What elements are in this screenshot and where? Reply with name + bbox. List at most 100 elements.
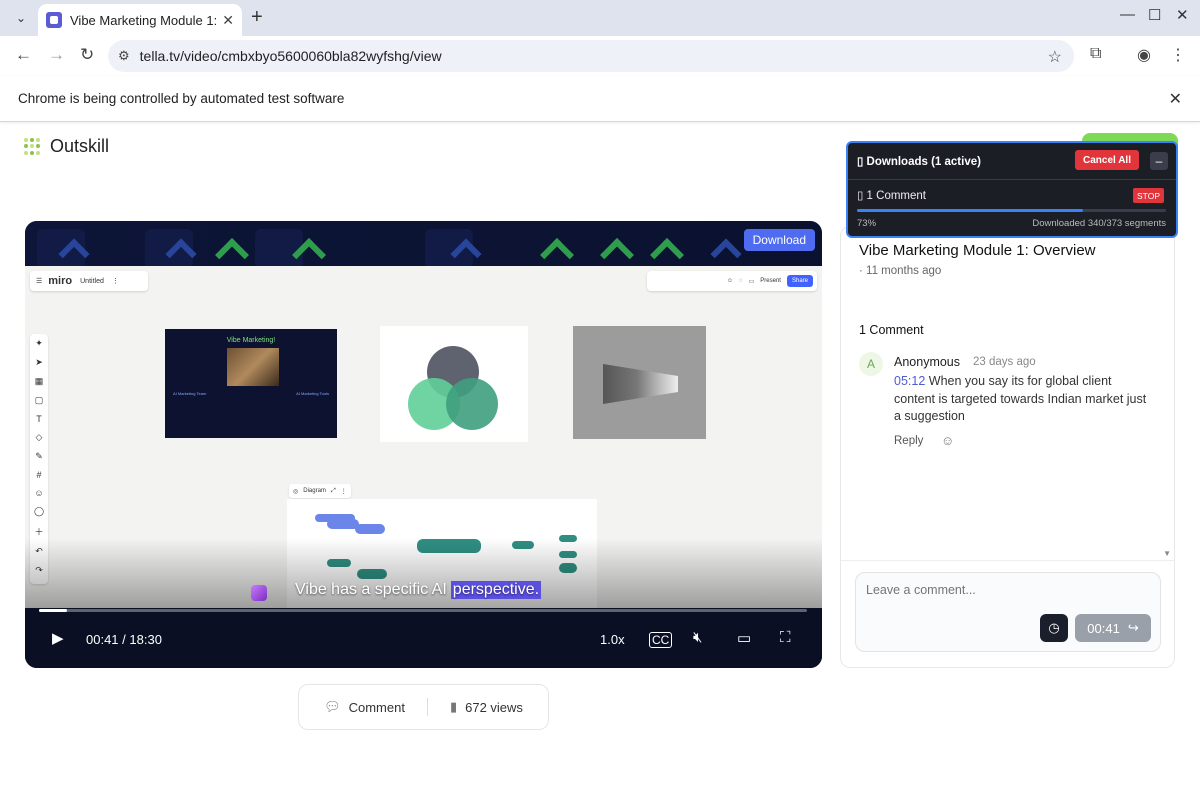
time-display: 00:41 / 18:30 [86, 632, 162, 647]
diagram-icon: ◎ [293, 488, 299, 495]
slide-col-tools: AI Marketing Tools [296, 391, 329, 396]
comment-icon: 💬︎ [324, 699, 341, 714]
miro-share-label: Share [786, 275, 813, 287]
new-tab-icon[interactable]: + [251, 6, 263, 29]
downloads-popup: ▯ Downloads (1 active) Cancel All – ▯ 1 … [846, 141, 1178, 238]
diagram-frame-label: ◎ Diagram ⤢ ⋮ [289, 484, 351, 498]
miro-video-icon: ▭ [748, 278, 755, 285]
miro-top-left-bar: ☰ miro Untitled ⋮ [30, 271, 148, 291]
miro-reactions-icon: ☺ [726, 278, 734, 284]
miro-chat-icon: ◌ [739, 278, 743, 284]
caption-app-icon [251, 585, 267, 601]
miro-menu-icon: ☰ [36, 278, 43, 285]
video-age: · 11 months ago [859, 265, 942, 277]
video-progress-fill [39, 609, 68, 612]
venn-circle-right [446, 378, 498, 430]
caption-text: Vibe has a specific AI [295, 581, 447, 598]
reply-button[interactable]: Reply [894, 435, 923, 447]
time-separator: / [122, 632, 126, 647]
miro-present-label: Present [760, 278, 781, 284]
forward-icon[interactable]: → [48, 45, 65, 65]
miro-more-icon: ⋮ [111, 278, 119, 285]
downloads-title: ▯ Downloads (1 active) [857, 154, 981, 168]
tab-search-icon[interactable]: ⌄ [10, 7, 32, 29]
download-file-icon: ▯ [857, 190, 864, 202]
send-icon: ↪ [1127, 620, 1139, 635]
automation-infobar: Chrome is being controlled by automated … [0, 76, 1200, 122]
comment-timestamp-link[interactable]: 05:12 [894, 374, 925, 388]
browser-toolbar: ← → ↻ ⚙ tella.tv/video/cmbxbyo5600060bla… [0, 36, 1200, 76]
comment-stat-button[interactable]: 💬︎ Comment [324, 699, 405, 715]
active-tab[interactable]: Vibe Marketing Module 1: Overview ✕ [38, 4, 242, 36]
miro-pen-icon: ✎ [35, 451, 43, 461]
video-info-panel: Vibe Marketing Module 1: Overview · 11 m… [840, 226, 1175, 668]
brand-logo[interactable]: Outskill [24, 136, 109, 157]
mindmap-node [355, 524, 385, 534]
tella-favicon-icon [46, 12, 62, 28]
infobar-text: Chrome is being controlled by automated … [18, 91, 345, 106]
scroll-down-icon[interactable]: ▼ [1163, 549, 1171, 558]
captions-icon[interactable]: CC [649, 632, 673, 648]
diagram-expand-icon: ⤢ [330, 487, 336, 494]
clock-icon[interactable]: ◷ [1040, 614, 1068, 642]
outskill-logo-icon [24, 137, 42, 156]
playback-speed-button[interactable]: 1.0x [600, 632, 625, 647]
diagram-label-text: Diagram [303, 488, 326, 494]
close-window-icon[interactable]: ✕ [1176, 6, 1189, 24]
duration: 18:30 [129, 632, 162, 647]
address-bar[interactable]: ⚙ tella.tv/video/cmbxbyo5600060bla82wyfs… [108, 40, 1074, 72]
video-download-button[interactable]: Download [743, 229, 815, 251]
slide-funnel [573, 326, 706, 439]
panel-divider [841, 560, 1174, 561]
slide-columns: AI Marketing Team AI Marketing Tools [173, 391, 329, 396]
comment-time: 23 days ago [973, 356, 1036, 368]
infobar-close-icon[interactable]: ✕ [1169, 89, 1182, 109]
brand-name: Outskill [50, 136, 110, 156]
miro-logo: miro [48, 275, 73, 287]
site-info-icon[interactable]: ⚙ [118, 48, 130, 64]
reload-icon[interactable]: ↻ [80, 45, 94, 65]
extensions-icon[interactable]: ⧉ [1090, 45, 1101, 63]
fullscreen-icon[interactable]: ⛶ [780, 629, 791, 646]
video-player[interactable]: Download ☰ miro Untitled ⋮ ☺ ◌ ▭ Present… [25, 221, 822, 668]
profile-icon[interactable]: ◉ [1137, 45, 1151, 65]
post-time-label: 00:41 [1087, 620, 1120, 636]
miro-text-icon: T [36, 414, 42, 424]
video-progress-bar[interactable] [39, 609, 807, 612]
comment-input[interactable] [866, 583, 1146, 597]
slide-vibe-marketing: Vibe Marketing! AI Marketing Team AI Mar… [165, 329, 337, 438]
bookmark-star-icon[interactable]: ☆ [1048, 47, 1062, 67]
comments-count: 1 Comment [859, 323, 924, 337]
comment-label: Comment [348, 699, 405, 715]
theater-mode-icon[interactable]: ▭ [737, 629, 751, 647]
download-progress-bar [857, 209, 1166, 212]
minimize-window-icon[interactable]: — [1120, 6, 1135, 23]
miro-emoji-icon: ☺ [34, 488, 44, 498]
miro-plus-icon: ＋ [34, 527, 44, 537]
post-at-time-button[interactable]: 00:41 ↪ [1075, 614, 1151, 642]
tab-close-icon[interactable]: ✕ [222, 12, 234, 29]
stop-download-button[interactable]: STOP [1133, 188, 1164, 203]
comment-author: Anonymous [894, 355, 961, 369]
funnel-shape [603, 364, 678, 404]
bg-tile [255, 229, 303, 269]
back-icon[interactable]: ← [15, 45, 32, 65]
miro-top-right-bar: ☺ ◌ ▭ Present Share [647, 271, 817, 291]
current-time: 00:41 [86, 632, 119, 647]
miro-frame-icon: # [36, 470, 42, 480]
downloads-header: ▯ Downloads (1 active) Cancel All – [848, 143, 1176, 180]
slide-title: Vibe Marketing! [226, 337, 276, 344]
cancel-all-button[interactable]: Cancel All [1075, 150, 1139, 170]
slide-venn [380, 326, 528, 442]
add-reaction-icon[interactable]: ☺ [941, 433, 954, 448]
stat-divider [426, 698, 428, 716]
downloads-icon: ▯ [857, 156, 864, 168]
minimize-downloads-button[interactable]: – [1150, 152, 1168, 170]
slide-image [227, 348, 279, 386]
play-icon[interactable]: ▶ [52, 629, 64, 647]
more-menu-icon[interactable]: ⋮ [1170, 45, 1186, 65]
comment-text: When you say its for global client conte… [894, 374, 1147, 423]
mute-icon[interactable]: 🔇︎ [693, 629, 702, 646]
miro-table-icon: ▦ [34, 376, 44, 386]
maximize-window-icon[interactable]: ☐ [1148, 6, 1161, 24]
